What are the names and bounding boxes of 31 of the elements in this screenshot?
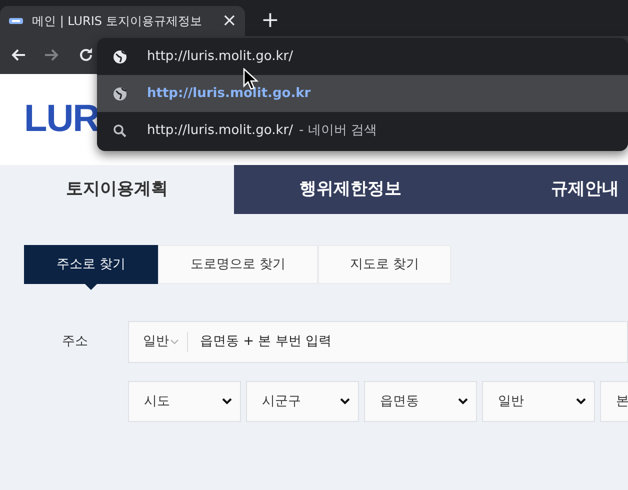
dropdown[interactable]: 본: [600, 381, 628, 422]
search-icon: [113, 124, 127, 138]
reload-icon: [77, 46, 95, 64]
caret-icon: [340, 398, 350, 405]
main-tab[interactable]: 행위제한정보: [234, 165, 468, 214]
logo-text: LUR: [24, 97, 100, 142]
search-tab[interactable]: 지도로 찾기: [318, 245, 451, 284]
suggestion-item[interactable]: http://luris.molit.go.kr/ - 네이버 검색: [97, 112, 628, 149]
caret-icon: [170, 339, 179, 345]
browser-tab[interactable]: 메인 | LURIS 토지이용규제정보 ×: [0, 6, 245, 36]
dropdown[interactable]: 시도: [128, 381, 241, 422]
favicon-icon: [8, 16, 24, 26]
tab-title: 메인 | LURIS 토지이용규제정보: [32, 13, 203, 30]
dropdown[interactable]: 읍면동: [364, 381, 477, 422]
globe-icon: [113, 86, 127, 100]
url-field[interactable]: http://luris.molit.go.kr/: [147, 46, 447, 66]
globe-icon: [113, 50, 127, 64]
dropdown[interactable]: 일반: [482, 381, 595, 422]
address-field[interactable]: 일반 읍면동 + 본 부번 입력: [128, 321, 628, 363]
caret-icon: [222, 398, 232, 405]
new-tab-button[interactable]: +: [261, 10, 280, 32]
caret-icon: [458, 398, 468, 405]
type-dropdown[interactable]: 일반: [143, 332, 188, 352]
main-tab[interactable]: 규제안내: [467, 165, 628, 214]
dropdown[interactable]: 시군구: [246, 381, 359, 422]
suggestion-item[interactable]: http://luris.molit.go.kr: [97, 75, 628, 112]
caret-icon: [576, 398, 586, 405]
field-label: 주소: [61, 333, 89, 352]
search-tab[interactable]: 도로명으로 찾기: [158, 245, 318, 284]
tab-pointer-icon: [84, 283, 98, 290]
close-button[interactable]: ×: [222, 12, 237, 30]
